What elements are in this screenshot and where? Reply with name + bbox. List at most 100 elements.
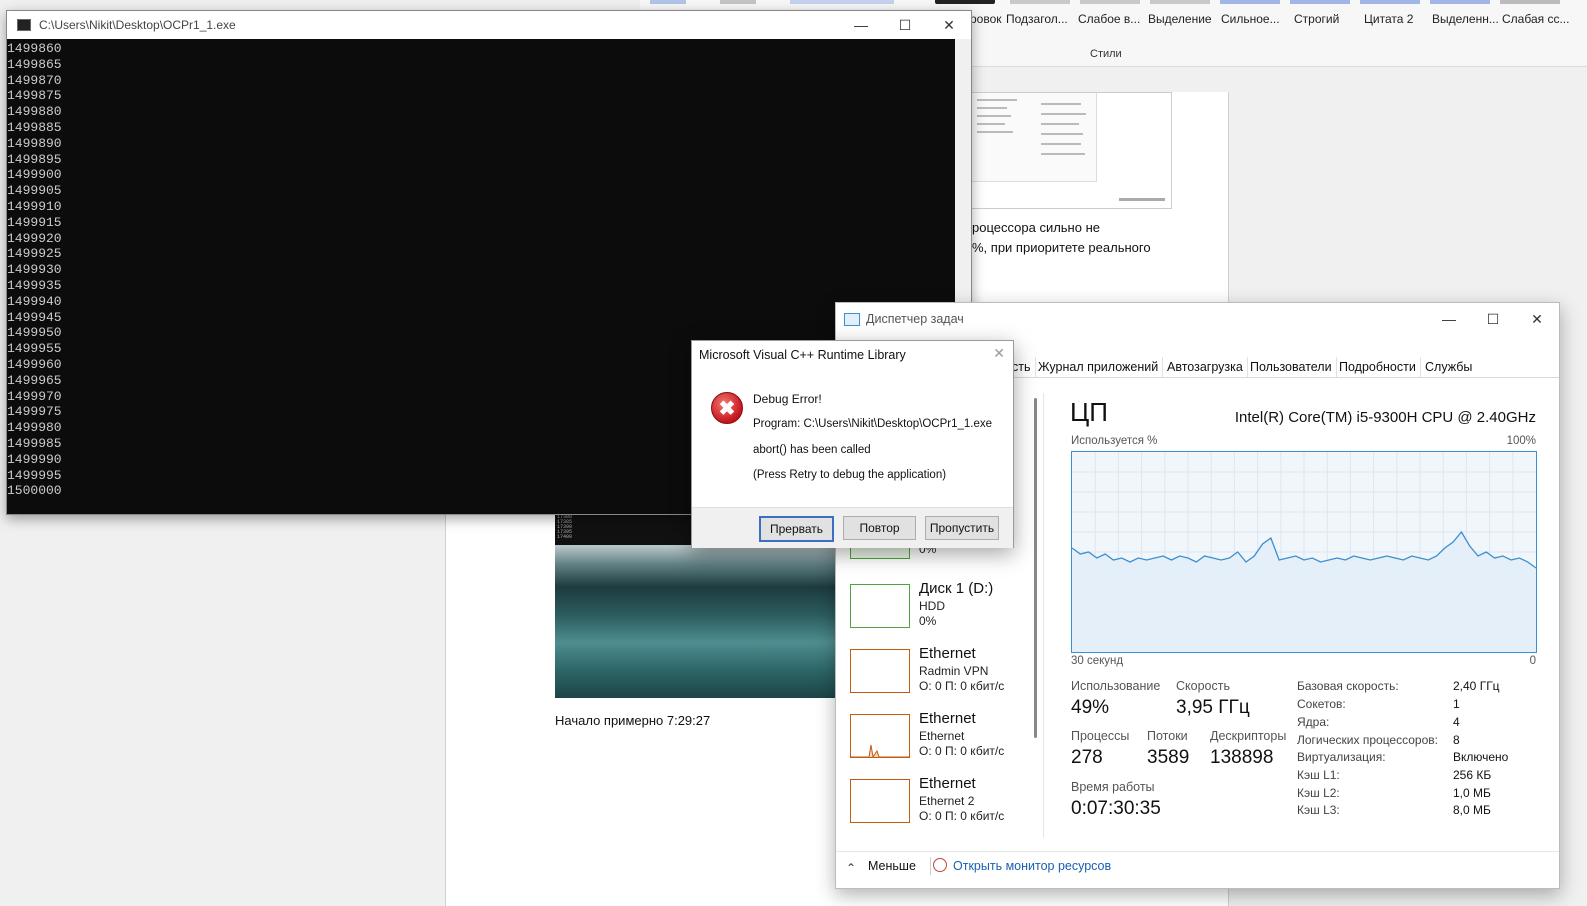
console-line: 1499910: [7, 198, 62, 214]
utilization-label: Использование: [1071, 679, 1161, 693]
style-preview: [1080, 0, 1140, 4]
console-line: 1499945: [7, 309, 62, 325]
task-manager-titlebar[interactable]: Диспетчер задач — ☐ ✕: [836, 303, 1559, 335]
resource-item-ethernet[interactable]: Ethernet Ethernet 2 О: 0 П: 0 кбит/с: [846, 775, 1036, 833]
resource-item-ethernet[interactable]: Ethernet Radmin VPN О: 0 П: 0 кбит/с: [846, 645, 1036, 703]
chevron-up-icon[interactable]: ⌃: [846, 861, 856, 875]
style-preview: [1150, 0, 1210, 4]
cpu-model: Intel(R) Core(TM) i5-9300H CPU @ 2.40GHz: [1234, 409, 1536, 426]
tab-app-history[interactable]: Журнал приложений: [1034, 357, 1164, 377]
spec-key: Базовая скорость:: [1297, 679, 1399, 693]
close-icon[interactable]: ✕: [927, 11, 971, 39]
debug-error-dialog[interactable]: Microsoft Visual C++ Runtime Library ✕ ✖…: [691, 340, 1014, 548]
console-line: 1499890: [7, 135, 62, 151]
style-preview: [650, 0, 710, 4]
console-line: 1499880: [7, 104, 62, 120]
console-titlebar[interactable]: C:\Users\Nikit\Desktop\OCPr1_1.exe — ☐ ✕: [7, 11, 971, 39]
minimize-icon[interactable]: —: [1427, 305, 1471, 333]
close-icon[interactable]: ✕: [993, 345, 1005, 362]
uptime-label: Время работы: [1071, 780, 1155, 794]
spec-key: Сокетов:: [1297, 697, 1346, 711]
threads-label: Потоки: [1147, 729, 1188, 743]
cpu-panel: ЦП Intel(R) Core(TM) i5-9300H CPU @ 2.40…: [1070, 393, 1540, 853]
console-line: 1499900: [7, 167, 62, 183]
abort-button[interactable]: Прервать: [759, 516, 834, 542]
spec-key: Кэш L1:: [1297, 768, 1340, 782]
resource-value: 0%: [919, 614, 937, 628]
console-line: 1499905: [7, 183, 62, 199]
style-heading[interactable]: ровок: [970, 12, 1002, 26]
processes-value: 278: [1071, 747, 1103, 768]
minimize-icon[interactable]: —: [839, 11, 883, 39]
style-preview: [720, 0, 780, 4]
spec-value: 1,0 МБ: [1453, 786, 1491, 800]
tab-startup[interactable]: Автозагрузка: [1163, 357, 1248, 377]
resource-list-scrollbar[interactable]: [1034, 398, 1037, 738]
maximize-icon[interactable]: ☐: [883, 11, 927, 39]
handles-value: 138898: [1210, 747, 1274, 768]
console-app-icon: [17, 19, 31, 31]
style-intense-emphasis[interactable]: Сильное...: [1221, 12, 1280, 26]
document-caption: Начало примерно 7:29:27: [555, 713, 711, 728]
spec-key: Кэш L2:: [1297, 786, 1340, 800]
style-strong[interactable]: Строгий: [1294, 12, 1339, 26]
resource-sub: Ethernet: [919, 729, 965, 743]
console-line: 1499875: [7, 88, 62, 104]
style-preview: [1290, 0, 1350, 4]
maximize-icon[interactable]: ☐: [1471, 305, 1515, 333]
style-quote2[interactable]: Цитата 2: [1364, 12, 1413, 26]
task-manager-icon: [844, 312, 860, 326]
console-line: 1499860: [7, 41, 62, 56]
style-preview: [1500, 0, 1560, 4]
style-emphasis[interactable]: Выделение: [1148, 12, 1212, 26]
task-manager-footer: ⌃ Меньше Открыть монитор ресурсов: [836, 851, 1559, 888]
resource-item-disk[interactable]: Диск 1 (D:) HDD 0%: [846, 580, 1036, 638]
tab-users[interactable]: Пользователи: [1246, 357, 1337, 377]
style-subtle-reference[interactable]: Слабая сс...: [1502, 12, 1569, 26]
resource-sub: Radmin VPN: [919, 664, 989, 678]
resource-item-ethernet[interactable]: Ethernet Ethernet О: 0 П: 0 кбит/с: [846, 710, 1036, 768]
ethernet-mini-graph: [850, 779, 910, 823]
style-subtle-emphasis[interactable]: Слабое в...: [1078, 12, 1140, 26]
tab-services[interactable]: Службы: [1421, 357, 1476, 377]
spec-key: Кэш L3:: [1297, 803, 1340, 817]
style-preview: [1360, 0, 1420, 4]
close-icon[interactable]: ✕: [1515, 305, 1559, 333]
tab-details[interactable]: Подробности: [1335, 357, 1421, 377]
fewer-details-link[interactable]: Меньше: [868, 859, 916, 873]
dialog-heading: Debug Error!: [753, 392, 822, 406]
task-manager-title: Диспетчер задач: [866, 312, 964, 326]
console-line: 1499865: [7, 56, 62, 72]
spec-value: Включено: [1453, 750, 1509, 764]
processes-label: Процессы: [1071, 729, 1130, 743]
disk-mini-graph: [850, 584, 910, 628]
style-preview: [1430, 0, 1490, 4]
console-line: 1499895: [7, 151, 62, 167]
speed-value: 3,95 ГГц: [1176, 697, 1250, 718]
resource-name: Ethernet: [919, 645, 976, 662]
spec-key: Ядра:: [1297, 715, 1330, 729]
style-intense-quote[interactable]: Выделенн...: [1432, 12, 1499, 26]
resource-value: О: 0 П: 0 кбит/с: [919, 679, 1005, 693]
style-subtitle[interactable]: Подзагол...: [1006, 12, 1068, 26]
usage-axis-label: Используется %: [1071, 435, 1158, 447]
resource-sub: HDD: [919, 599, 945, 613]
console-line: 1499940: [7, 293, 62, 309]
retry-button[interactable]: Повтор: [843, 516, 916, 540]
open-resource-monitor-link[interactable]: Открыть монитор ресурсов: [953, 859, 1111, 873]
spec-value: 256 КБ: [1453, 768, 1492, 782]
resource-name: Ethernet: [919, 710, 976, 727]
console-line: 1499930: [7, 262, 62, 278]
style-preview: [935, 0, 995, 4]
error-icon: ✖: [711, 392, 743, 424]
style-preview: [1220, 0, 1280, 4]
threads-value: 3589: [1147, 747, 1190, 768]
time-axis-label: 30 секунд: [1071, 655, 1124, 667]
console-line: 1499915: [7, 214, 62, 230]
dialog-hint: (Press Retry to debug the application): [753, 469, 947, 481]
console-line: 1499885: [7, 119, 62, 135]
cpu-heading: ЦП: [1070, 397, 1108, 427]
resource-name: Ethernet: [919, 775, 976, 792]
ignore-button[interactable]: Пропустить: [925, 516, 999, 540]
time-axis-zero: 0: [1529, 655, 1536, 667]
